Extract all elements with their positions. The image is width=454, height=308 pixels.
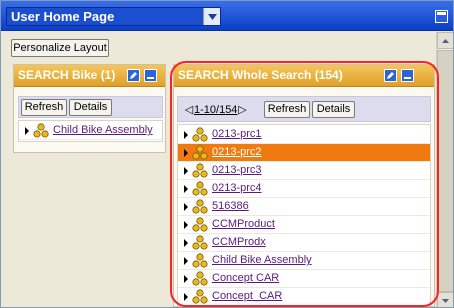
result-list: 0213-prc1 0213-prc2 0213-prc3 0213-prc4 5163… (177, 124, 431, 306)
expand-arrow-icon[interactable] (184, 275, 188, 283)
expand-arrow-icon[interactable] (184, 167, 188, 175)
portlet-toolbar: Refresh Details (18, 96, 163, 118)
page-select[interactable]: User Home Page (6, 7, 221, 26)
scroll-up-arrow-icon[interactable] (437, 32, 453, 49)
list-item[interactable]: Child Bike Assembly (178, 252, 430, 270)
item-link[interactable]: 0213-prc1 (212, 128, 262, 140)
item-link[interactable]: Child Bike Assembly (212, 254, 312, 266)
list-item[interactable]: 0213-prc4 (178, 180, 430, 198)
assembly-icon (192, 217, 208, 232)
result-list: Child Bike Assembly (18, 120, 163, 142)
item-link[interactable]: 0213-prc2 (212, 146, 262, 158)
minimize-icon[interactable] (401, 69, 414, 82)
details-button[interactable]: Details (69, 99, 112, 116)
list-item[interactable]: 0213-prc3 (178, 162, 430, 180)
expand-arrow-icon[interactable] (184, 221, 188, 229)
expand-arrow-icon[interactable] (25, 127, 29, 135)
edit-icon[interactable] (127, 69, 140, 82)
item-link[interactable]: 0213-prc3 (212, 164, 262, 176)
assembly-icon (192, 145, 208, 160)
refresh-button[interactable]: Refresh (21, 99, 67, 116)
expand-arrow-icon[interactable] (184, 239, 188, 247)
portlet-header: SEARCH Bike (1) (14, 65, 165, 87)
list-item[interactable]: CCMProduct (178, 216, 430, 234)
vertical-scrollbar[interactable] (436, 32, 453, 307)
assembly-icon (192, 235, 208, 250)
expand-arrow-icon[interactable] (184, 185, 188, 193)
assembly-icon (192, 199, 208, 214)
item-link[interactable]: Child Bike Assembly (53, 124, 153, 136)
personalize-layout-button[interactable]: Personalize Layout (11, 39, 109, 57)
pager: ◁1-10/154▷ (184, 103, 247, 116)
page-range[interactable]: 1-10/154 (194, 104, 237, 116)
portlet-title: SEARCH Whole Search (154) (178, 68, 343, 82)
list-item[interactable]: Child Bike Assembly (19, 122, 162, 140)
minimize-icon[interactable] (144, 69, 157, 82)
expand-arrow-icon[interactable] (184, 293, 188, 301)
assembly-icon (192, 163, 208, 178)
portlet-toolbar: ◁1-10/154▷ Refresh Details (177, 96, 431, 122)
item-link[interactable]: Concept CAR (212, 272, 279, 284)
expand-arrow-icon[interactable] (184, 257, 188, 265)
list-item[interactable]: Concept_CAR (178, 288, 430, 306)
expand-arrow-icon[interactable] (184, 203, 188, 211)
edit-icon[interactable] (384, 69, 397, 82)
list-item[interactable]: 0213-prc1 (178, 126, 430, 144)
title-bar: User Home Page (1, 1, 453, 31)
list-item[interactable]: CCMProdx (178, 234, 430, 252)
assembly-icon (192, 271, 208, 286)
portlet-whole-search: SEARCH Whole Search (154) ◁1-10/154▷ Ref… (173, 64, 435, 307)
assembly-icon (192, 253, 208, 268)
assembly-icon (192, 127, 208, 142)
assembly-icon (192, 181, 208, 196)
item-link[interactable]: 516386 (212, 200, 249, 212)
expand-arrow-icon[interactable] (184, 131, 188, 139)
item-link[interactable]: 0213-prc4 (212, 182, 262, 194)
portlet-title: SEARCH Bike (1) (18, 68, 116, 82)
list-item[interactable]: Concept CAR (178, 270, 430, 288)
page-select-value: User Home Page (11, 9, 115, 24)
details-button[interactable]: Details (312, 101, 355, 118)
item-link[interactable]: CCMProduct (212, 218, 275, 230)
portlet-header: SEARCH Whole Search (154) (174, 65, 434, 87)
expand-arrow-icon[interactable] (184, 149, 188, 157)
refresh-button[interactable]: Refresh (264, 101, 310, 118)
list-item[interactable]: 516386 (178, 198, 430, 216)
scrollbar-thumb[interactable] (437, 50, 453, 292)
previous-page-icon[interactable]: ◁ (184, 103, 194, 116)
portlet-search-bike: SEARCH Bike (1) Refresh Details Child Bi… (13, 64, 166, 153)
next-page-icon[interactable]: ▷ (237, 103, 247, 116)
scroll-down-arrow-icon[interactable] (437, 292, 453, 307)
item-link[interactable]: Concept_CAR (212, 290, 282, 302)
window-icon[interactable] (435, 10, 448, 23)
item-link[interactable]: CCMProdx (212, 236, 266, 248)
assembly-icon (33, 123, 49, 138)
chevron-down-icon[interactable] (203, 8, 220, 25)
assembly-icon (192, 289, 208, 304)
portal-window: User Home Page Personalize Layout SEARCH… (0, 0, 454, 308)
list-item[interactable]: 0213-prc2 (178, 144, 430, 162)
